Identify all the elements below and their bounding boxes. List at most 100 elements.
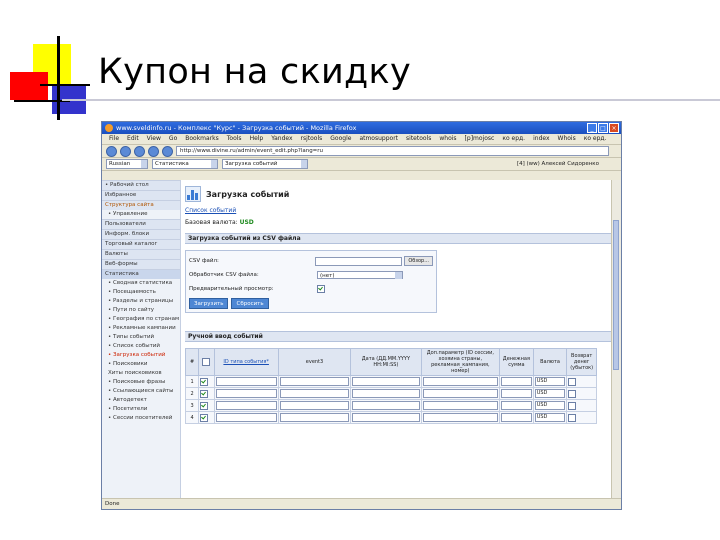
vertical-scrollbar[interactable] (611, 180, 621, 499)
sidebar-item[interactable]: Торговый каталог (102, 239, 180, 249)
menu-item-help[interactable]: Help (247, 134, 267, 144)
amount-input[interactable] (501, 377, 532, 386)
param-input[interactable] (422, 389, 499, 398)
date-input[interactable] (352, 401, 420, 410)
menu-item-view[interactable]: View (144, 134, 164, 144)
amount-input[interactable] (501, 389, 532, 398)
select-all-checkbox[interactable] (202, 358, 211, 366)
reset-button[interactable]: Сбросить (231, 298, 269, 309)
language-select[interactable]: Russian (106, 159, 148, 169)
amount-input[interactable] (501, 401, 532, 410)
currency-select[interactable]: USD (534, 413, 566, 422)
bookmark-link[interactable]: whois (436, 134, 459, 144)
event3-input[interactable] (279, 377, 350, 386)
bookmark-link[interactable]: Whois (555, 134, 579, 144)
sidebar-subitem[interactable]: • Список событий (102, 342, 180, 351)
sidebar-subitem[interactable]: Хиты поисковиков (102, 369, 180, 378)
bookmark-link[interactable]: sitetools (403, 134, 434, 144)
sidebar-subitem[interactable]: • Рекламные кампании (102, 324, 180, 333)
sidebar-subitem[interactable]: • Посетители (102, 405, 180, 414)
table-header-select[interactable] (198, 348, 215, 376)
page-select[interactable]: Загрузка событий (222, 159, 308, 169)
param-input[interactable] (422, 401, 499, 410)
sidebar-item[interactable]: Структура сайта (102, 200, 180, 210)
refund-checkbox[interactable] (568, 401, 577, 410)
sidebar-item[interactable]: • Рабочий стол (102, 180, 180, 190)
reload-icon[interactable] (134, 145, 145, 157)
sidebar-item[interactable]: Избранное (102, 190, 180, 200)
browse-button[interactable]: Обзор... (404, 256, 433, 266)
param-input[interactable] (422, 377, 499, 386)
sidebar-subitem[interactable]: • Поисковые фразы (102, 378, 180, 387)
csv-file-input[interactable] (315, 256, 403, 266)
current-user[interactable]: [4] (ww) Алексей Сидоренко (517, 161, 599, 167)
row-checkbox[interactable] (200, 413, 209, 422)
events-list-link[interactable]: Список событий (185, 207, 611, 215)
close-button[interactable]: × (609, 123, 619, 133)
sidebar-subitem[interactable]: • Типы событий (102, 333, 180, 342)
row-checkbox[interactable] (200, 377, 209, 386)
bookmark-link[interactable]: ко ерд. (581, 134, 610, 144)
sidebar-subitem[interactable]: • Разделы и страницы (102, 297, 180, 306)
bookmark-link[interactable]: ко ерд. (499, 134, 528, 144)
refund-checkbox[interactable] (568, 413, 577, 422)
sidebar-subitem[interactable]: • Автодетект (102, 396, 180, 405)
event3-input[interactable] (279, 389, 350, 398)
date-input[interactable] (352, 413, 420, 422)
event-type-input[interactable] (215, 401, 277, 410)
sidebar-item[interactable]: Информ. блоки (102, 229, 180, 239)
sidebar-item[interactable]: Пользователи (102, 219, 180, 229)
sidebar-subitem[interactable]: • Сводная статистика (102, 279, 180, 288)
sidebar-item-statistics[interactable]: Статистика (102, 269, 180, 279)
bookmark-link[interactable]: Yandex (268, 134, 295, 144)
home-icon[interactable] (162, 145, 173, 157)
row-checkbox[interactable] (200, 401, 209, 410)
sidebar-item[interactable]: Валюты (102, 249, 180, 259)
menu-item-tools[interactable]: Tools (224, 134, 245, 144)
menu-item-edit[interactable]: Edit (124, 134, 142, 144)
scrollbar-thumb[interactable] (613, 220, 619, 370)
date-input[interactable] (352, 377, 420, 386)
refund-checkbox[interactable] (568, 377, 577, 386)
row-checkbox[interactable] (200, 389, 209, 398)
sidebar-subitem[interactable]: • Поисковики (102, 360, 180, 369)
bookmark-link[interactable]: atmosupport (356, 134, 401, 144)
date-input[interactable] (352, 389, 420, 398)
event3-input[interactable] (279, 401, 350, 410)
amount-input[interactable] (501, 413, 532, 422)
param-input[interactable] (422, 413, 499, 422)
event3-input[interactable] (279, 413, 350, 422)
url-bar[interactable]: http://www.divine.ru/admin/event_edit.ph… (176, 146, 609, 156)
currency-select[interactable]: USD (534, 401, 566, 410)
forward-icon[interactable] (120, 145, 131, 157)
upload-button[interactable]: Загрузить (189, 298, 229, 309)
sidebar-subitem[interactable]: • Сессии посетителей (102, 414, 180, 423)
event-type-input[interactable] (215, 389, 277, 398)
sidebar-subitem[interactable]: • География по странам (102, 315, 180, 324)
sidebar-subitem[interactable]: • Посещаемость (102, 288, 180, 297)
sidebar-subitem[interactable]: • Управление (102, 210, 180, 219)
bookmark-link[interactable]: [p]mojosc (462, 134, 498, 144)
menu-item-go[interactable]: Go (166, 134, 180, 144)
event-type-input[interactable] (215, 413, 277, 422)
csv-handler-select[interactable]: (нет) (317, 271, 403, 279)
bookmark-link[interactable]: Google (327, 134, 354, 144)
section-select[interactable]: Статистика (152, 159, 218, 169)
preview-checkbox[interactable] (317, 285, 325, 293)
currency-select[interactable]: USD (534, 377, 566, 386)
menu-item-file[interactable]: File (106, 134, 122, 144)
table-header[interactable]: ID типа события* (213, 348, 279, 376)
sidebar-subitem[interactable]: • Пути по сайту (102, 306, 180, 315)
back-icon[interactable] (106, 145, 117, 157)
refund-checkbox[interactable] (568, 389, 577, 398)
currency-select[interactable]: USD (534, 389, 566, 398)
minimize-button[interactable]: _ (587, 123, 597, 133)
maximize-button[interactable]: □ (598, 123, 608, 133)
stop-icon[interactable] (148, 145, 159, 157)
sidebar-item[interactable]: Веб-формы (102, 259, 180, 269)
bookmark-link[interactable]: index (530, 134, 552, 144)
sidebar-subitem-active[interactable]: • Загрузка событий (102, 351, 180, 360)
sidebar-subitem[interactable]: • Ссылающиеся сайты (102, 387, 180, 396)
event-type-input[interactable] (215, 377, 277, 386)
menu-item-bookmarks[interactable]: Bookmarks (182, 134, 222, 144)
